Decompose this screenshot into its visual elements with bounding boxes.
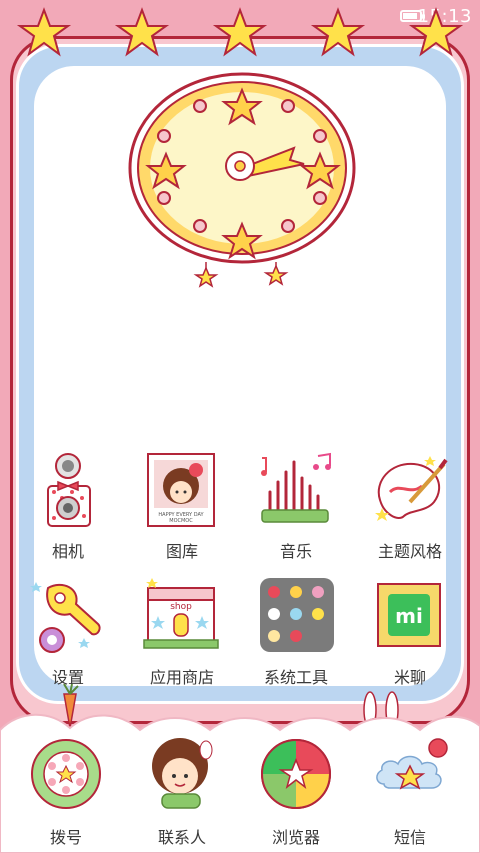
music-icon <box>261 452 331 523</box>
system-tools-folder-icon <box>260 578 334 652</box>
app-label: 短信 <box>393 828 426 847</box>
star-decoration-icon <box>408 7 464 57</box>
store-icon: shop <box>143 578 219 649</box>
app-store[interactable]: shop 应用商店 <box>126 578 238 696</box>
gallery-photo-caption-2: MOCMOC <box>169 518 193 524</box>
gallery-icon: HAPPY EVERY DAY MOCMOC <box>147 453 215 527</box>
miliao-icon: mi <box>377 583 441 647</box>
dock-browser[interactable]: 浏览器 <box>240 734 352 852</box>
app-system-tools[interactable]: 系统工具 <box>240 578 352 696</box>
theme-icon <box>375 456 448 521</box>
star-decoration-icon <box>114 7 170 57</box>
settings-icon <box>30 582 101 653</box>
camera-icon <box>47 453 91 527</box>
contacts-icon <box>152 738 213 809</box>
app-theme[interactable]: 主题风格 <box>354 452 466 570</box>
app-label: 图库 <box>165 542 198 561</box>
messages-icon <box>376 738 448 790</box>
app-label: 主题风格 <box>377 542 442 561</box>
star-decoration-icon <box>212 7 268 57</box>
app-label: 音乐 <box>279 542 312 561</box>
star-decoration-icon <box>310 7 366 57</box>
dock-contacts[interactable]: 联系人 <box>126 734 238 852</box>
app-miliao[interactable]: mi 米聊 <box>354 578 466 696</box>
app-music[interactable]: 音乐 <box>240 452 352 570</box>
app-camera[interactable]: 相机 <box>12 452 124 570</box>
app-label: 相机 <box>51 542 84 561</box>
app-settings[interactable]: 设置 <box>12 578 124 696</box>
app-label: 米聊 <box>393 668 426 687</box>
dock-dialer[interactable]: 拨号 <box>10 734 122 852</box>
app-gallery[interactable]: HAPPY EVERY DAY MOCMOC 图库 <box>126 452 238 570</box>
miliao-logo-text: mi <box>395 604 423 628</box>
star-decoration-icon <box>16 7 72 57</box>
browser-icon <box>261 739 331 809</box>
app-label: 浏览器 <box>271 828 320 847</box>
app-label: 系统工具 <box>263 668 328 687</box>
dock-messages[interactable]: 短信 <box>354 734 466 852</box>
app-label: 联系人 <box>157 828 206 847</box>
app-label: 拨号 <box>49 828 82 847</box>
app-label: 应用商店 <box>149 668 214 687</box>
clock-widget[interactable] <box>124 68 360 290</box>
store-sign-text: shop <box>170 602 192 612</box>
dialer-icon <box>31 739 101 809</box>
